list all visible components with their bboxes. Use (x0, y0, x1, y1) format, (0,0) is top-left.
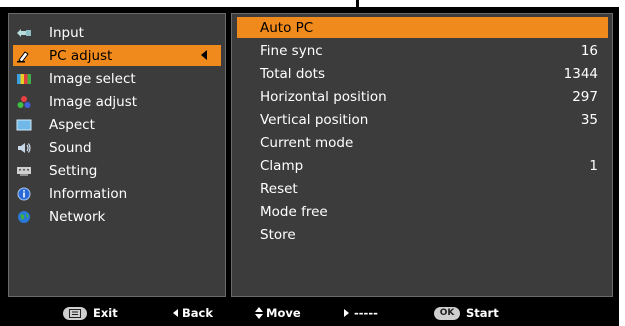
menu-item-label: PC adjust (49, 47, 113, 64)
menu-item-sound[interactable]: Sound (13, 137, 221, 158)
pc-adjust-submenu-panel: Auto PC Fine sync 16 Total dots 1344 Hor… (231, 13, 613, 297)
submenu-item-current-mode[interactable]: Current mode (237, 132, 608, 153)
menu-key-icon (63, 306, 87, 320)
submenu-item-mode-free[interactable]: Mode free (237, 201, 608, 222)
submenu-item-label: Reset (260, 180, 298, 197)
submenu-item-label: Current mode (260, 134, 354, 151)
submenu-item-value: 35 (580, 111, 598, 128)
footer-exit-label: Exit (93, 306, 118, 320)
submenu-item-clamp[interactable]: Clamp 1 (237, 155, 608, 176)
main-menu-panel: Input PC adjust Image select Image adjus… (8, 13, 226, 297)
submenu-item-label: Vertical position (260, 111, 369, 128)
menu-item-information[interactable]: Information (13, 183, 221, 204)
menu-item-label: Network (49, 208, 106, 225)
menu-item-label: Aspect (49, 116, 95, 133)
submenu-item-label: Total dots (260, 65, 325, 82)
menu-item-label: Information (49, 185, 128, 202)
submenu-item-label: Store (260, 226, 296, 243)
submenu-item-horizontal-position[interactable]: Horizontal position 297 (237, 86, 608, 107)
speaker-icon (16, 141, 32, 155)
menu-item-setting[interactable]: Setting (13, 160, 221, 181)
setting-icon (16, 164, 32, 178)
arrow-left-icon (201, 50, 207, 60)
submenu-item-value: 297 (572, 88, 598, 105)
menu-item-aspect[interactable]: Aspect (13, 114, 221, 135)
footer-move-label: Move (266, 306, 301, 320)
submenu-item-label: Clamp (260, 157, 304, 174)
submenu-item-label: Fine sync (260, 42, 323, 59)
up-down-arrows-icon (255, 307, 263, 319)
submenu-item-label: Auto PC (260, 19, 314, 36)
submenu-item-fine-sync[interactable]: Fine sync 16 (237, 40, 608, 61)
menu-item-label: Image select (49, 70, 136, 87)
ok-key-icon: OK (434, 306, 460, 320)
submenu-item-label: Mode free (260, 203, 328, 220)
menu-item-label: Image adjust (49, 93, 138, 110)
menu-item-label: Input (49, 24, 84, 41)
footer-next: ----- (344, 306, 378, 320)
submenu-item-store[interactable]: Store (237, 224, 608, 245)
footer-exit: Exit (63, 306, 118, 320)
menu-item-input[interactable]: Input (13, 22, 221, 43)
menu-item-label: Sound (49, 139, 92, 156)
globe-icon (16, 210, 32, 224)
image-adjust-icon (16, 95, 32, 109)
key-guide-footer: Exit Back Move ----- OK Start (0, 297, 619, 326)
menu-item-network[interactable]: Network (13, 206, 221, 227)
aspect-icon (16, 118, 32, 132)
footer-start: OK Start (434, 306, 499, 320)
footer-move: Move (255, 306, 301, 320)
footer-next-label: ----- (354, 306, 378, 320)
submenu-item-label: Horizontal position (260, 88, 387, 105)
submenu-item-value: 16 (580, 42, 598, 59)
submenu-item-value: 1344 (563, 65, 598, 82)
submenu-item-auto-pc[interactable]: Auto PC (237, 17, 608, 38)
input-icon (16, 26, 32, 40)
submenu-item-reset[interactable]: Reset (237, 178, 608, 199)
triangle-left-icon (173, 309, 178, 317)
image-select-icon (16, 72, 32, 86)
submenu-item-vertical-position[interactable]: Vertical position 35 (237, 109, 608, 130)
pc-adjust-icon (16, 49, 32, 63)
osd-menu: Input PC adjust Image select Image adjus… (0, 7, 619, 326)
menu-item-pc-adjust[interactable]: PC adjust (13, 45, 221, 66)
information-icon (16, 187, 32, 201)
footer-start-label: Start (466, 306, 499, 320)
submenu-item-value: 1 (589, 157, 598, 174)
footer-back: Back (173, 306, 213, 320)
triangle-right-icon (344, 309, 349, 317)
menu-item-label: Setting (49, 162, 98, 179)
menu-item-image-select[interactable]: Image select (13, 68, 221, 89)
menu-item-image-adjust[interactable]: Image adjust (13, 91, 221, 112)
submenu-item-total-dots[interactable]: Total dots 1344 (237, 63, 608, 84)
footer-back-label: Back (182, 306, 213, 320)
